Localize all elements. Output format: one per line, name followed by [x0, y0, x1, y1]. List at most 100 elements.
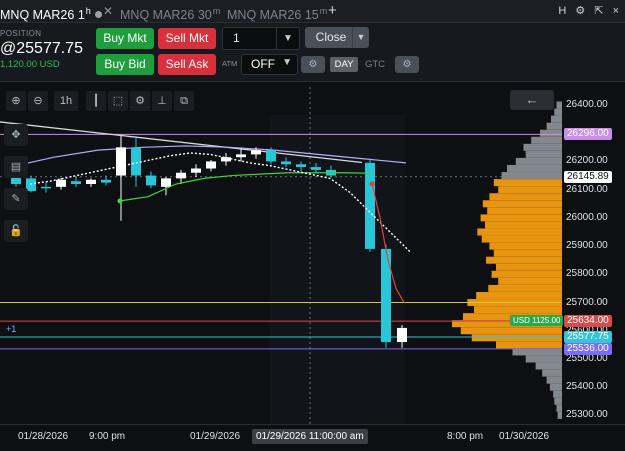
- drawing-list-icon[interactable]: ▤: [4, 156, 28, 178]
- price-level-label: 25634.00: [564, 315, 612, 328]
- crosshair-mode-icon[interactable]: ⬚: [108, 91, 128, 111]
- price-tick-label: 25400.00: [566, 381, 608, 393]
- volume-profile-bar: [542, 369, 562, 377]
- volume-profile-bar: [493, 249, 562, 257]
- volume-profile-bar: [460, 327, 562, 335]
- candle-body: [221, 157, 231, 162]
- candle-body: [176, 172, 186, 179]
- candle-type-icon[interactable]: ┃: [86, 91, 106, 111]
- volume-profile-bar: [501, 172, 562, 180]
- candle-body: [311, 167, 321, 170]
- volume-profile-bar: [515, 157, 562, 165]
- volume-profile-bar: [498, 186, 562, 194]
- zoom-in-icon[interactable]: ⊕: [6, 91, 26, 111]
- volume-profile-bar: [535, 362, 562, 370]
- candle-body: [381, 248, 391, 343]
- crosshair-time-label: 01/29/2026 11:00:00 am: [252, 429, 368, 444]
- volume-profile-bar: [551, 115, 562, 123]
- crosshair-tool-icon[interactable]: ✥: [4, 124, 28, 146]
- x-axis-label: 8:00 pm: [447, 431, 484, 442]
- candle-body: [206, 161, 216, 169]
- position-size-label: +1: [6, 324, 17, 334]
- volume-profile-bar: [496, 263, 562, 271]
- volume-profile-bar: [523, 143, 562, 151]
- volume-profile-bar: [476, 291, 562, 299]
- ema-marker: [117, 198, 123, 204]
- volume-profile-bar: [491, 270, 562, 278]
- price-tick-label: 26100.00: [566, 183, 608, 195]
- volume-profile-bar: [480, 214, 562, 222]
- volume-profile-bar: [489, 193, 562, 201]
- volume-profile-bar: [507, 164, 562, 172]
- zoom-out-icon[interactable]: ⊖: [28, 91, 48, 111]
- volume-profile-bar: [474, 306, 562, 314]
- volume-profile-bar: [540, 129, 562, 137]
- candle-body: [86, 179, 96, 185]
- volume-profile-bar: [553, 390, 562, 398]
- price-level-label: 26145.89: [564, 170, 612, 183]
- volume-profile-bar: [531, 136, 562, 144]
- price-tick-label: 25300.00: [566, 409, 608, 421]
- volume-profile-bar: [546, 376, 562, 384]
- indicators-icon[interactable]: ⊥: [152, 91, 172, 111]
- volume-profile-bar: [554, 397, 562, 405]
- back-icon[interactable]: ←: [510, 90, 554, 110]
- candle-body: [266, 150, 276, 162]
- volume-profile-bar: [482, 200, 562, 208]
- volume-profile-bar: [549, 383, 562, 391]
- candle-body: [281, 161, 291, 165]
- x-axis-label: 9:00 pm: [89, 431, 126, 442]
- volume-profile-bar: [485, 221, 562, 229]
- candle-body: [161, 178, 171, 187]
- volume-profile-bar: [489, 242, 562, 250]
- red-marker: [369, 181, 375, 187]
- interval-button[interactable]: 1h: [54, 91, 78, 111]
- volume-profile-bar: [487, 207, 562, 215]
- volume-profile-bar: [525, 355, 562, 363]
- volume-profile-bar: [481, 235, 562, 243]
- price-tick-label: 25900.00: [566, 240, 608, 252]
- x-axis-label: 01/28/2026: [18, 431, 69, 442]
- lock-icon[interactable]: 🔓: [4, 220, 28, 242]
- candle-body: [101, 179, 111, 183]
- price-tick-label: 26200.00: [566, 155, 608, 167]
- time-axis[interactable]: 01/28/2026 9:00 pm 01/29/2026 01/29/2026…: [0, 424, 625, 451]
- volume-profile-bar: [471, 334, 562, 342]
- gear-icon[interactable]: ⚙: [130, 91, 150, 111]
- candle-body: [146, 175, 156, 186]
- candle-body: [365, 162, 375, 249]
- templates-icon[interactable]: ⧉: [174, 91, 194, 111]
- price-level-label: 26296.00: [564, 128, 612, 141]
- volume-profile-bar: [493, 179, 562, 187]
- candle-body: [116, 147, 126, 176]
- candle-body: [191, 168, 201, 173]
- volume-profile-bar: [496, 341, 562, 349]
- candle-body: [397, 327, 407, 343]
- volume-profile-bar: [477, 228, 562, 236]
- x-axis-label: 01/29/2026: [190, 431, 241, 442]
- x-axis-label: 01/30/2026: [499, 431, 550, 442]
- volume-profile-bar: [512, 348, 562, 356]
- volume-profile-bar: [525, 150, 562, 158]
- chart-canvas[interactable]: [0, 0, 625, 450]
- price-tick-label: 26000.00: [566, 211, 608, 223]
- candle-body: [251, 150, 261, 155]
- candle-body: [131, 147, 141, 176]
- price-level-label: 25536.00: [564, 342, 612, 355]
- candle-body: [71, 181, 81, 185]
- volume-profile-bar: [498, 277, 562, 285]
- candle-body: [41, 186, 51, 189]
- usd-pnl-badge: USD 1125.00: [510, 315, 564, 326]
- volume-profile-bar: [554, 108, 562, 116]
- candle-body: [296, 164, 306, 168]
- volume-profile-bar: [486, 256, 562, 264]
- price-tick-label: 25800.00: [566, 268, 608, 280]
- pencil-icon[interactable]: ✎: [4, 188, 28, 210]
- candle-body: [236, 154, 246, 158]
- price-level-label: 25577.75: [564, 331, 612, 344]
- volume-profile-bar: [546, 122, 562, 130]
- volume-profile-bar: [488, 284, 562, 292]
- price-tick-label: 26400.00: [566, 99, 608, 110]
- candle-body: [56, 179, 66, 187]
- price-tick-label: 25700.00: [566, 296, 608, 308]
